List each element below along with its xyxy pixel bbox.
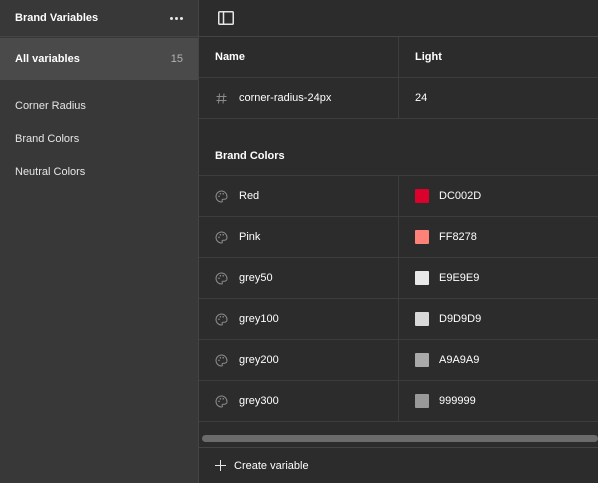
all-variables-count: 15 [170,53,183,65]
sidebar-item-corner-radius[interactable]: Corner Radius [0,89,198,122]
palette-icon [215,353,228,367]
main-panel: Name Light corner-radius-24px 24 Brand C… [199,0,598,483]
color-swatch[interactable] [415,189,429,203]
palette-icon [215,312,228,326]
variable-value: E9E9E9 [439,272,480,284]
hash-icon [215,92,228,105]
variable-value-cell[interactable]: A9A9A9 [399,340,598,380]
variable-name: corner-radius-24px [239,92,332,104]
variable-value: DC002D [439,190,482,202]
variable-name: grey50 [239,272,273,284]
palette-icon [215,394,228,408]
variable-name-cell[interactable]: grey100 [199,299,399,339]
plus-icon [215,460,226,471]
variable-value: 24 [415,92,428,104]
variable-value: FF8278 [439,231,477,243]
table-row[interactable]: grey300 999999 [199,381,598,422]
sidebar-item-brand-colors[interactable]: Brand Colors [0,122,198,155]
palette-icon [215,271,228,285]
variable-value: A9A9A9 [439,354,480,366]
sidebar-item-neutral-colors[interactable]: Neutral Colors [0,155,198,188]
variable-name: grey100 [239,313,279,325]
toolbar [199,0,598,37]
column-header-name[interactable]: Name [199,37,399,77]
horizontal-scrollbar[interactable] [202,435,598,442]
palette-icon [215,189,228,203]
variables-table: Name Light corner-radius-24px 24 Brand C… [199,37,598,422]
variable-name-cell[interactable]: corner-radius-24px [199,78,399,118]
collection-title: Brand Variables [15,12,99,24]
more-icon[interactable] [166,13,187,24]
all-variables-label: All variables [15,53,80,65]
variable-value: 999999 [439,395,476,407]
color-swatch[interactable] [415,230,429,244]
variable-name: Pink [239,231,261,243]
variable-name: grey200 [239,354,279,366]
variable-value-cell[interactable]: FF8278 [399,217,598,257]
variable-name: Red [239,190,260,202]
variable-value-cell[interactable]: 999999 [399,381,598,421]
create-variable-button[interactable]: Create variable [199,447,598,483]
variable-value-cell[interactable]: 24 [399,78,598,118]
variable-name-cell[interactable]: Red [199,176,399,216]
variable-name: grey300 [239,395,279,407]
table-row[interactable]: grey100 D9D9D9 [199,299,598,340]
variable-name-cell[interactable]: grey300 [199,381,399,421]
color-swatch[interactable] [415,312,429,326]
sidebar: Brand Variables All variables 15 Corner … [0,0,199,483]
palette-icon [215,230,228,244]
variable-name-cell[interactable]: grey50 [199,258,399,298]
sidebar-item-all-variables[interactable]: All variables 15 [0,38,198,80]
table-header: Name Light [199,37,598,78]
variable-name-cell[interactable]: grey200 [199,340,399,380]
sidebar-toggle-icon[interactable] [218,11,234,25]
variable-name-cell[interactable]: Pink [199,217,399,257]
column-header-light[interactable]: Light [399,37,598,77]
color-swatch[interactable] [415,394,429,408]
table-row[interactable]: Red DC002D [199,176,598,217]
color-rows: Red DC002D Pink FF8278 grey50 E9E9E9 grey100 D9… [199,176,598,422]
table-row[interactable]: Pink FF8278 [199,217,598,258]
group-title-brand-colors: Brand Colors [199,136,598,176]
variable-value: D9D9D9 [439,313,482,325]
variable-value-cell[interactable]: E9E9E9 [399,258,598,298]
sidebar-group-list: Corner Radius Brand Colors Neutral Color… [0,80,198,188]
table-row[interactable]: grey200 A9A9A9 [199,340,598,381]
color-swatch[interactable] [415,271,429,285]
create-variable-label: Create variable [234,459,309,472]
variable-value-cell[interactable]: DC002D [399,176,598,216]
table-row[interactable]: corner-radius-24px 24 [199,78,598,119]
variable-value-cell[interactable]: D9D9D9 [399,299,598,339]
sidebar-header: Brand Variables [0,0,198,37]
table-row[interactable]: grey50 E9E9E9 [199,258,598,299]
color-swatch[interactable] [415,353,429,367]
